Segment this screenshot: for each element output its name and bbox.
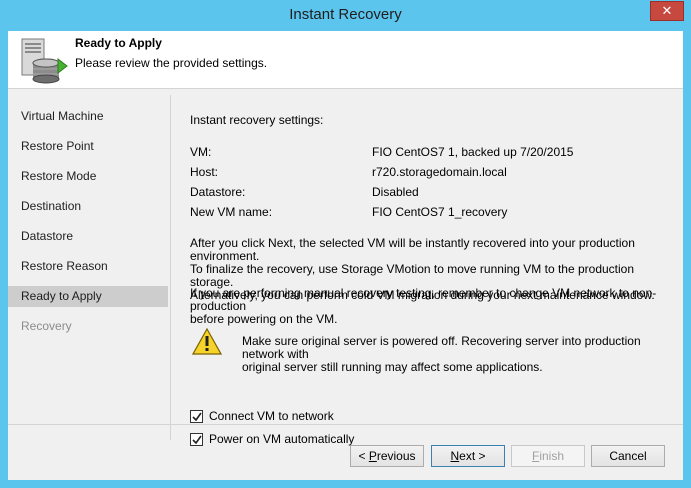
- summary-heading: Instant recovery settings:: [190, 113, 324, 127]
- previous-button[interactable]: < Previous: [350, 445, 424, 467]
- vm-value: FIO CentOS7 1, backed up 7/20/2015: [372, 145, 574, 159]
- checkmark-icon: [192, 412, 202, 422]
- testing-note-line: If you are performing manual recovery te…: [190, 286, 657, 313]
- nav-item-restore-point[interactable]: Restore Point: [8, 136, 168, 157]
- host-label: Host:: [190, 165, 219, 179]
- connect-network-label[interactable]: Connect VM to network: [209, 409, 334, 423]
- warning-icon: [191, 327, 223, 356]
- nav-divider: [170, 95, 171, 440]
- nav-item-virtual-machine[interactable]: Virtual Machine: [8, 106, 168, 127]
- power-on-checkbox[interactable]: [190, 433, 203, 446]
- warning-text: Make sure original server is powered off…: [242, 335, 672, 374]
- warning-line: original server still running may affect…: [242, 360, 543, 374]
- new-vm-name-label: New VM name:: [190, 205, 273, 219]
- previous-accel: P: [368, 449, 377, 463]
- nav-item-restore-reason[interactable]: Restore Reason: [8, 256, 168, 277]
- finish-button: Finish: [511, 445, 585, 467]
- next-accel: N: [450, 449, 460, 463]
- new-vm-name-value: FIO CentOS7 1_recovery: [372, 205, 508, 219]
- wizard-header: Ready to Apply Please review the provide…: [8, 31, 683, 89]
- finish-rest: inish: [539, 449, 565, 463]
- wizard-body: Ready to Apply Please review the provide…: [8, 31, 683, 480]
- previous-rest: revious: [376, 449, 416, 463]
- window-title: Instant Recovery: [289, 6, 402, 23]
- nav-item-restore-mode[interactable]: Restore Mode: [8, 166, 168, 187]
- step-subtitle: Please review the provided settings.: [75, 56, 268, 70]
- nav-item-destination[interactable]: Destination: [8, 196, 168, 217]
- testing-note-text: If you are performing manual recovery te…: [190, 287, 670, 326]
- previous-prefix: <: [358, 449, 369, 463]
- testing-note-line: before powering on the VM.: [190, 312, 338, 326]
- server-database-arrow-icon: [16, 37, 68, 85]
- next-button[interactable]: Next >: [431, 445, 505, 467]
- cancel-button[interactable]: Cancel: [591, 445, 665, 467]
- recovery-info-line: After you click Next, the selected VM wi…: [190, 236, 635, 263]
- vm-label: VM:: [190, 145, 212, 159]
- instant-recovery-window: Instant Recovery ✕ Ready to Apply Please…: [0, 0, 691, 488]
- power-on-label[interactable]: Power on VM automatically: [209, 432, 354, 446]
- checkmark-icon: [192, 435, 202, 445]
- footer-divider: [8, 424, 683, 425]
- connect-network-checkbox[interactable]: [190, 410, 203, 423]
- wizard-steps-nav: Virtual Machine Restore Point Restore Mo…: [8, 95, 170, 480]
- warning-line: Make sure original server is powered off…: [242, 334, 641, 361]
- datastore-label: Datastore:: [190, 185, 246, 199]
- nav-item-recovery: Recovery: [21, 319, 72, 333]
- host-value: r720.storagedomain.local: [372, 165, 507, 179]
- nav-item-ready-to-apply[interactable]: Ready to Apply: [8, 286, 168, 307]
- step-title: Ready to Apply: [75, 36, 162, 50]
- title-bar[interactable]: Instant Recovery ✕: [0, 0, 691, 32]
- nav-item-datastore[interactable]: Datastore: [8, 226, 168, 247]
- close-button[interactable]: ✕: [650, 1, 684, 21]
- datastore-value: Disabled: [372, 185, 419, 199]
- next-rest: ext >: [459, 449, 486, 463]
